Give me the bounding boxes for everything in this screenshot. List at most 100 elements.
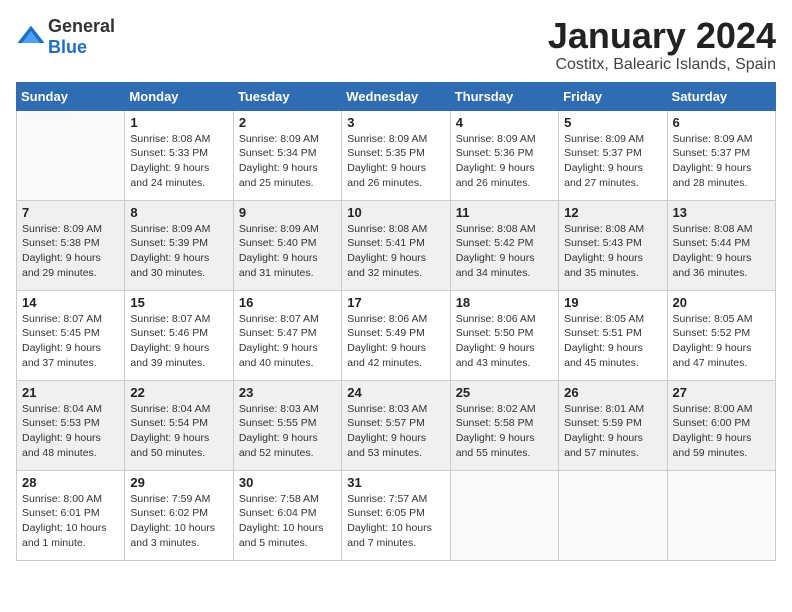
- table-row: 25Sunrise: 8:02 AM Sunset: 5:58 PM Dayli…: [450, 380, 558, 470]
- table-row: 26Sunrise: 8:01 AM Sunset: 5:59 PM Dayli…: [559, 380, 667, 470]
- table-row: 23Sunrise: 8:03 AM Sunset: 5:55 PM Dayli…: [233, 380, 341, 470]
- day-info: Sunrise: 8:08 AM Sunset: 5:33 PM Dayligh…: [130, 132, 227, 191]
- table-row: 16Sunrise: 8:07 AM Sunset: 5:47 PM Dayli…: [233, 290, 341, 380]
- table-row: [450, 470, 558, 560]
- table-row: 2Sunrise: 8:09 AM Sunset: 5:34 PM Daylig…: [233, 110, 341, 200]
- day-number: 17: [347, 295, 444, 310]
- calendar-week-row: 28 Sunrise: 8:00 AM Sunset: 6:01 PM Dayli…: [17, 470, 776, 560]
- table-row: 28 Sunrise: 8:00 AM Sunset: 6:01 PM Dayli…: [17, 470, 125, 560]
- logo: General Blue: [16, 16, 115, 58]
- day-info: Sunrise: 8:06 AM Sunset: 5:49 PM Dayligh…: [347, 312, 444, 371]
- table-row: 15 Sunrise: 8:07 AM Sunset: 5:46 PM Dayli…: [125, 290, 233, 380]
- day-info: Sunrise: 8:09 AM Sunset: 5:40 PM Dayligh…: [239, 222, 336, 281]
- table-row: 7 Sunrise: 8:09 AM Sunset: 5:38 PM Daylig…: [17, 200, 125, 290]
- day-info: Sunrise: 8:04 AM Sunset: 5:54 PM Dayligh…: [130, 402, 227, 461]
- day-number: 23: [239, 385, 336, 400]
- table-row: 3Sunrise: 8:09 AM Sunset: 5:35 PM Daylig…: [342, 110, 450, 200]
- table-row: 21 Sunrise: 8:04 AM Sunset: 5:53 PM Dayli…: [17, 380, 125, 470]
- table-row: 18 Sunrise: 8:06 AM Sunset: 5:50 PM Dayli…: [450, 290, 558, 380]
- day-info: Sunrise: 8:08 AM Sunset: 5:43 PM Dayligh…: [564, 222, 661, 281]
- day-number: 15: [130, 295, 227, 310]
- day-number: 27: [673, 385, 770, 400]
- table-row: 17 Sunrise: 8:06 AM Sunset: 5:49 PM Dayli…: [342, 290, 450, 380]
- header-sunday: Sunday: [17, 82, 125, 110]
- title-block: January 2024 Costitx, Balearic Islands, …: [548, 16, 776, 74]
- header-thursday: Thursday: [450, 82, 558, 110]
- day-number: 9: [239, 205, 336, 220]
- day-info: Sunrise: 7:59 AM Sunset: 6:02 PM Dayligh…: [130, 492, 227, 551]
- day-number: 7: [22, 205, 119, 220]
- logo-text-blue: Blue: [48, 37, 87, 57]
- table-row: 4 Sunrise: 8:09 AM Sunset: 5:36 PM Daylig…: [450, 110, 558, 200]
- month-title: January 2024: [548, 16, 776, 56]
- table-row: 14Sunrise: 8:07 AM Sunset: 5:45 PM Dayli…: [17, 290, 125, 380]
- logo-icon: [16, 22, 46, 52]
- day-info: Sunrise: 8:07 AM Sunset: 5:46 PM Dayligh…: [130, 312, 227, 371]
- day-number: 11: [456, 205, 553, 220]
- day-number: 22: [130, 385, 227, 400]
- header-wednesday: Wednesday: [342, 82, 450, 110]
- day-info: Sunrise: 7:58 AM Sunset: 6:04 PM Dayligh…: [239, 492, 336, 551]
- day-info: Sunrise: 8:05 AM Sunset: 5:51 PM Dayligh…: [564, 312, 661, 371]
- day-number: 12: [564, 205, 661, 220]
- table-row: 19 Sunrise: 8:05 AM Sunset: 5:51 PM Dayli…: [559, 290, 667, 380]
- table-row: 10 Sunrise: 8:08 AM Sunset: 5:41 PM Dayli…: [342, 200, 450, 290]
- calendar-week-row: 21 Sunrise: 8:04 AM Sunset: 5:53 PM Dayli…: [17, 380, 776, 470]
- day-number: 1: [130, 115, 227, 130]
- table-row: [17, 110, 125, 200]
- table-row: 1 Sunrise: 8:08 AM Sunset: 5:33 PM Daylig…: [125, 110, 233, 200]
- day-number: 28: [22, 475, 119, 490]
- day-info: Sunrise: 8:09 AM Sunset: 5:38 PM Dayligh…: [22, 222, 119, 281]
- table-row: [559, 470, 667, 560]
- day-info: Sunrise: 8:03 AM Sunset: 5:57 PM Dayligh…: [347, 402, 444, 461]
- table-row: 31Sunrise: 7:57 AM Sunset: 6:05 PM Dayli…: [342, 470, 450, 560]
- table-row: 6Sunrise: 8:09 AM Sunset: 5:37 PM Daylig…: [667, 110, 775, 200]
- day-info: Sunrise: 8:07 AM Sunset: 5:47 PM Dayligh…: [239, 312, 336, 371]
- table-row: 5 Sunrise: 8:09 AM Sunset: 5:37 PM Daylig…: [559, 110, 667, 200]
- table-row: [667, 470, 775, 560]
- day-number: 30: [239, 475, 336, 490]
- calendar-week-row: 14Sunrise: 8:07 AM Sunset: 5:45 PM Dayli…: [17, 290, 776, 380]
- day-info: Sunrise: 8:08 AM Sunset: 5:44 PM Dayligh…: [673, 222, 770, 281]
- day-number: 8: [130, 205, 227, 220]
- day-info: Sunrise: 8:08 AM Sunset: 5:41 PM Dayligh…: [347, 222, 444, 281]
- day-info: Sunrise: 7:57 AM Sunset: 6:05 PM Dayligh…: [347, 492, 444, 551]
- table-row: 11 Sunrise: 8:08 AM Sunset: 5:42 PM Dayli…: [450, 200, 558, 290]
- day-number: 4: [456, 115, 553, 130]
- day-number: 6: [673, 115, 770, 130]
- logo-text-general: General: [48, 16, 115, 36]
- day-number: 21: [22, 385, 119, 400]
- day-number: 10: [347, 205, 444, 220]
- day-info: Sunrise: 8:08 AM Sunset: 5:42 PM Dayligh…: [456, 222, 553, 281]
- table-row: 22 Sunrise: 8:04 AM Sunset: 5:54 PM Dayli…: [125, 380, 233, 470]
- day-number: 5: [564, 115, 661, 130]
- day-info: Sunrise: 8:09 AM Sunset: 5:36 PM Dayligh…: [456, 132, 553, 191]
- table-row: 29 Sunrise: 7:59 AM Sunset: 6:02 PM Dayli…: [125, 470, 233, 560]
- page-header: General Blue January 2024 Costitx, Balea…: [16, 16, 776, 74]
- header-monday: Monday: [125, 82, 233, 110]
- calendar-header-row: Sunday Monday Tuesday Wednesday Thursday…: [17, 82, 776, 110]
- header-tuesday: Tuesday: [233, 82, 341, 110]
- table-row: 8 Sunrise: 8:09 AM Sunset: 5:39 PM Daylig…: [125, 200, 233, 290]
- table-row: 9 Sunrise: 8:09 AM Sunset: 5:40 PM Daylig…: [233, 200, 341, 290]
- day-info: Sunrise: 8:06 AM Sunset: 5:50 PM Dayligh…: [456, 312, 553, 371]
- day-number: 3: [347, 115, 444, 130]
- day-info: Sunrise: 8:09 AM Sunset: 5:37 PM Dayligh…: [564, 132, 661, 191]
- day-number: 29: [130, 475, 227, 490]
- day-number: 25: [456, 385, 553, 400]
- day-info: Sunrise: 8:01 AM Sunset: 5:59 PM Dayligh…: [564, 402, 661, 461]
- day-number: 19: [564, 295, 661, 310]
- day-number: 20: [673, 295, 770, 310]
- day-number: 18: [456, 295, 553, 310]
- table-row: 12 Sunrise: 8:08 AM Sunset: 5:43 PM Dayli…: [559, 200, 667, 290]
- day-number: 24: [347, 385, 444, 400]
- day-info: Sunrise: 8:00 AM Sunset: 6:01 PM Dayligh…: [22, 492, 119, 551]
- day-number: 14: [22, 295, 119, 310]
- table-row: 24 Sunrise: 8:03 AM Sunset: 5:57 PM Dayli…: [342, 380, 450, 470]
- calendar-table: Sunday Monday Tuesday Wednesday Thursday…: [16, 82, 776, 561]
- location-title: Costitx, Balearic Islands, Spain: [548, 56, 776, 74]
- day-info: Sunrise: 8:04 AM Sunset: 5:53 PM Dayligh…: [22, 402, 119, 461]
- table-row: 30 Sunrise: 7:58 AM Sunset: 6:04 PM Dayli…: [233, 470, 341, 560]
- day-info: Sunrise: 8:09 AM Sunset: 5:39 PM Dayligh…: [130, 222, 227, 281]
- day-info: Sunrise: 8:00 AM Sunset: 6:00 PM Dayligh…: [673, 402, 770, 461]
